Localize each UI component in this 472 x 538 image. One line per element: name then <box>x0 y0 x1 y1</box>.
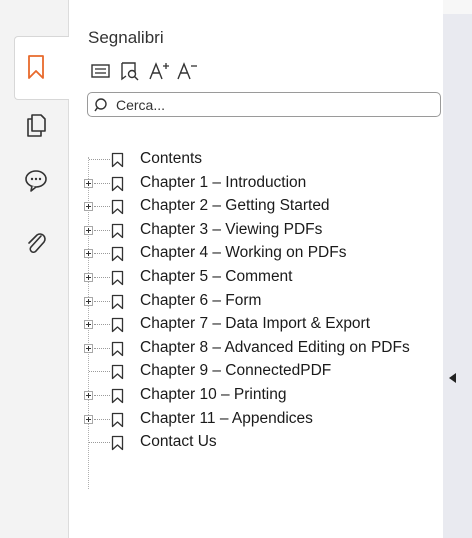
bookmark-label: Chapter 1 – Introduction <box>140 173 307 191</box>
search-box <box>87 92 441 117</box>
bookmark-tree: Contents Chapter 1 – Introduction Chapter … <box>69 148 443 455</box>
search-input[interactable] <box>116 95 426 114</box>
expand-icon[interactable] <box>84 225 93 235</box>
bookmark-item[interactable]: Chapter 9 – ConnectedPDF <box>69 360 443 384</box>
bookmark-icon <box>111 152 124 168</box>
bookmarks-panel: Segnalibri Cerca... Contents Chapter 1 –… <box>69 0 443 538</box>
tree-connector <box>94 182 110 184</box>
bookmark-label: Chapter 5 – Comment <box>140 267 293 285</box>
bookmark-item[interactable]: Contents <box>69 148 443 172</box>
bookmark-icon <box>111 294 124 310</box>
bookmark-item[interactable]: Chapter 6 – Form <box>69 290 443 314</box>
bookmark-label: Chapter 10 – Printing <box>140 385 287 403</box>
bookmark-label: Chapter 11 – Appendices <box>140 409 313 427</box>
tree-connector <box>94 324 110 326</box>
pages-icon[interactable] <box>21 110 51 140</box>
paperclip-icon[interactable] <box>21 228 51 258</box>
list-view-icon[interactable] <box>89 60 113 82</box>
collapse-panel-arrow-icon[interactable] <box>449 373 456 383</box>
bookmark-search-icon[interactable] <box>118 60 142 82</box>
tree-connector <box>94 347 110 349</box>
bookmark-icon <box>111 246 124 262</box>
bookmark-icon[interactable] <box>21 52 51 82</box>
bookmark-icon <box>111 317 124 333</box>
bookmark-icon <box>111 176 124 192</box>
bookmark-label: Chapter 4 – Working on PDFs <box>140 244 347 262</box>
navigation-rail <box>0 0 70 538</box>
bookmark-label: Chapter 2 – Getting Started <box>140 197 330 215</box>
bookmark-icon <box>111 388 124 404</box>
tree-connector <box>89 159 110 160</box>
bookmark-label: Chapter 6 – Form <box>140 291 262 309</box>
tree-connector <box>89 371 110 373</box>
bookmark-item[interactable]: Chapter 4 – Working on PDFs <box>69 242 443 266</box>
bookmarks-sidebar: Segnalibri Cerca... Contents Chapter 1 –… <box>0 0 472 538</box>
bookmark-item[interactable]: Chapter 5 – Comment <box>69 266 443 290</box>
tree-connector <box>94 394 110 396</box>
expand-icon[interactable] <box>84 178 93 188</box>
tree-connector <box>94 253 110 255</box>
bookmark-item[interactable]: Contact Us <box>69 431 443 455</box>
bookmark-label: Chapter 7 – Data Import & Export <box>140 315 371 333</box>
expand-icon[interactable] <box>84 249 93 259</box>
panel-title: Segnalibri <box>88 28 164 47</box>
tree-connector <box>94 300 110 302</box>
tree-connector <box>94 229 110 231</box>
bookmark-icon <box>111 341 124 357</box>
expand-icon[interactable] <box>84 202 93 212</box>
bookmark-icon <box>111 270 124 286</box>
bookmark-icon <box>111 412 124 428</box>
bookmark-icon <box>111 435 124 451</box>
expand-icon[interactable] <box>84 272 93 282</box>
tree-connector <box>94 418 110 420</box>
bookmark-label: Contact Us <box>140 433 217 451</box>
bookmark-item[interactable]: Chapter 1 – Introduction <box>69 172 443 196</box>
bookmark-item[interactable]: Chapter 7 – Data Import & Export <box>69 313 443 337</box>
bookmark-label: Chapter 9 – ConnectedPDF <box>140 362 332 380</box>
tree-connector <box>94 276 110 278</box>
bookmark-item[interactable]: Chapter 2 – Getting Started <box>69 195 443 219</box>
expand-icon[interactable] <box>84 414 93 424</box>
bookmark-icon <box>111 223 124 239</box>
bookmark-label: Contents <box>140 150 203 167</box>
search-icon <box>94 98 107 112</box>
document-area-top <box>443 0 472 14</box>
bookmark-item[interactable]: Chapter 11 – Appendices <box>69 408 443 432</box>
bookmark-label: Chapter 8 – Advanced Editing on PDFs <box>140 338 410 356</box>
bookmark-label: Chapter 3 – Viewing PDFs <box>140 220 323 238</box>
comment-icon[interactable] <box>21 166 51 196</box>
tree-connector <box>89 442 110 444</box>
bookmark-item[interactable]: Chapter 8 – Advanced Editing on PDFs <box>69 337 443 361</box>
bookmark-item[interactable]: Chapter 10 – Printing <box>69 384 443 408</box>
bookmark-item[interactable]: Chapter 3 – Viewing PDFs <box>69 219 443 243</box>
expand-icon[interactable] <box>84 320 93 330</box>
expand-icon[interactable] <box>84 296 93 306</box>
expand-icon[interactable] <box>84 343 93 353</box>
decrease-font-icon[interactable] <box>175 60 199 82</box>
expand-icon[interactable] <box>84 390 93 400</box>
bookmark-icon <box>111 364 124 380</box>
document-area-edge <box>443 0 472 538</box>
increase-font-icon[interactable] <box>147 60 171 82</box>
tree-connector <box>94 206 110 208</box>
bookmark-icon <box>111 199 124 215</box>
